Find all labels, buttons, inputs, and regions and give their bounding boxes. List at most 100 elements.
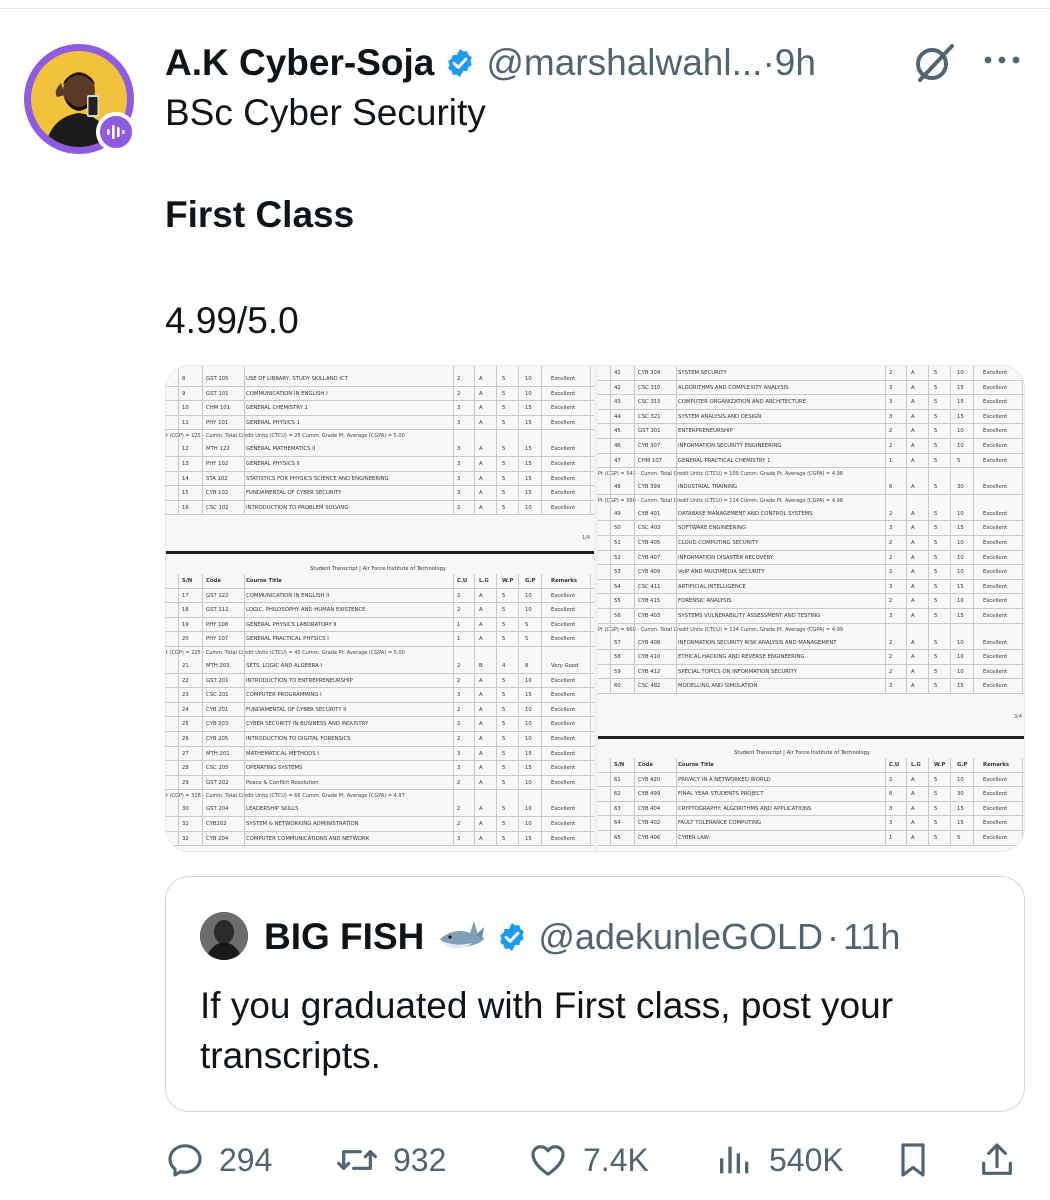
quoted-display-name[interactable]: BIG FISH [264,916,424,958]
author-display-name[interactable]: A.K Cyber-Soja [165,42,434,84]
grok-icon[interactable] [910,40,958,86]
transcript-cell: S/N [182,578,193,584]
transcript-cell: 1 [889,457,893,464]
share-button[interactable] [977,1138,1017,1182]
transcript-cell: 15 [957,683,964,690]
transcript-cell: Excellent [983,639,1008,646]
transcript-cell: A [911,598,915,605]
transcript-cell: GST 101 [206,390,229,397]
transcript-cell: 60 [614,683,621,690]
transcript-cell: Excellent [551,806,576,813]
transcript-cell: 5 [502,490,506,497]
transcript-row: 64 CYB 402 FAULT TOLERANCE COMPUTING 3 A 5 15 E… [598,816,1024,831]
tweet-timestamp[interactable]: 9h [775,42,816,84]
quoted-author-avatar[interactable] [200,912,248,960]
transcript-cell: 2 [889,598,893,605]
transcript-cell: CYB 406 [638,835,661,841]
transcript-cell: 5 [934,484,938,491]
verified-badge-icon[interactable] [444,47,476,79]
transcript-row: 15 CYB 102 FUNDAMENTAL OF CYBER SECURITY 3 A… [166,486,594,501]
transcript-cell: A [479,779,483,786]
transcript-cell: CYB 499 [638,791,661,798]
transcript-cell: STATISTICS FOR PHYSICS SCIENCE AND ENGIN… [246,475,389,482]
like-button[interactable]: 7.4K [527,1138,649,1182]
transcript-cell: 5 [957,835,961,841]
transcript-cell: Excellent [983,428,1008,435]
transcript-cell: SYSTEM & NETWORKING ADMINISTRATION [246,821,359,827]
more-icon[interactable] [980,48,1024,72]
transcript-cell: 50 [614,525,621,532]
transcript-row: 50 CSC 403 SOFTWARE ENGINEERING 3 A 5 15 Excell… [598,521,1024,536]
transcript-cell: GENERAL PRACTICAL CHEMISTRY 1 [678,457,771,464]
transcript-cell: 5 [502,706,506,713]
transcript-cell: COMMUNICATION IN ENGLISH I [246,390,328,397]
page-number: 1/4 [582,535,591,542]
transcript-cell: 12 [182,446,189,453]
transcript-cell: 22 [182,677,189,684]
transcript-cell: B [479,663,483,669]
transcript-cell: Excellent [983,776,1008,783]
transcript-cell: CSC 411 [638,583,661,590]
transcript-cell: 5 [934,835,938,841]
tweet-media-image[interactable]: 8 GST 105 USE OF LIBRARY, STUDY SKILLAND I… [165,365,1025,852]
transcript-cell: 10 [957,639,964,646]
transcript-cell: GST 201 [206,677,229,684]
transcript-cell: 65 [614,835,621,841]
quoted-handle[interactable]: @adekunleGOLD [538,916,823,958]
transcript-cell: Excellent [551,706,576,713]
transcript-cell: A [479,475,483,482]
transcript-cell: 10 [957,668,964,675]
transcript-cell: VoIP AND MULTIMEDIA SECURITY [678,569,765,576]
bookmark-button[interactable] [893,1138,933,1182]
transcript-cell: 26 [182,736,189,742]
transcript-row: S/N Code Course Title C.U L.G W.P G.P Remarks [166,574,594,589]
transcript-cell: 5 [502,607,506,614]
transcript-cell: SYSTEM ANALYSIS AND DESIGN [678,413,762,420]
transcript-cell: Excellent [983,399,1008,406]
transcript-cell: Excellent [983,654,1008,661]
quoted-tweet[interactable]: BIG FISH @adekunleGOLD · 11h If you grad… [165,876,1025,1112]
transcript-cell: 15 [525,750,532,757]
transcript-cell: CYB 403 [638,613,661,619]
transcript-cell: 5 [502,461,506,467]
transcript-cell: COMMUNICATION IN ENGLISH II [246,592,330,599]
transcript-row: 52 CYB 407 INFORMATION DISASTER RECOVERY 2 A… [598,551,1024,566]
transcript-cell: CYB 203 [206,721,229,728]
transcript-cell: Excellent [983,583,1008,590]
transcript-cell: 2 [889,569,893,576]
reply-count: 294 [219,1141,273,1178]
transcript-row: 30 GST 204 LEADERSHIP SKILLS 2 A 5 10 Excellent [166,802,594,817]
transcript-cell: CSC 205 [206,765,229,772]
transcript-cell: 2 [457,677,461,684]
quoted-timestamp[interactable]: 11h [843,916,900,958]
transcript-cell: 5 [502,446,506,453]
transcript-cell: 15 [957,525,964,532]
verified-badge-icon[interactable] [496,921,528,953]
transcript-cell: PHY 101 [206,419,229,426]
transcript-cell: 3 [457,765,461,772]
transcript-cell: 4 [502,663,506,669]
transcript-row: 62 CYB 499 FINAL YEAR STUDENTS PROJECT 6 A 5 3… [598,787,1024,802]
transcript-cell: 10 [182,405,189,412]
transcript-cell: 30 [182,806,189,813]
transcript-cell: A [479,390,483,397]
transcript-cell: 5 [502,779,506,786]
transcript-cell: A [911,554,915,561]
transcript-cell: 2 [889,540,893,546]
transcript-cell: 5 [502,390,506,397]
author-handle[interactable]: @marshalwahl... [486,42,762,84]
transcript-cell: 15 [957,805,964,812]
transcript-cell: GENERAL PHYSICS 1 [246,419,300,426]
transcript-cell: Course Title [678,762,714,768]
transcript-cell: Excellent [983,457,1008,464]
transcript-cell: Excellent [551,475,576,482]
transcript-cell: 2 [457,607,461,614]
transcript-cell: 15 [957,820,964,827]
views-icon [720,1146,749,1174]
transcript-cell: Excellent [983,613,1008,619]
views-button[interactable]: 540K [715,1138,844,1182]
transcript-cell: A [911,540,915,546]
reply-button[interactable]: 294 [165,1138,272,1182]
repost-button[interactable]: 932 [335,1138,446,1182]
transcript-cell: 2 [457,736,461,742]
